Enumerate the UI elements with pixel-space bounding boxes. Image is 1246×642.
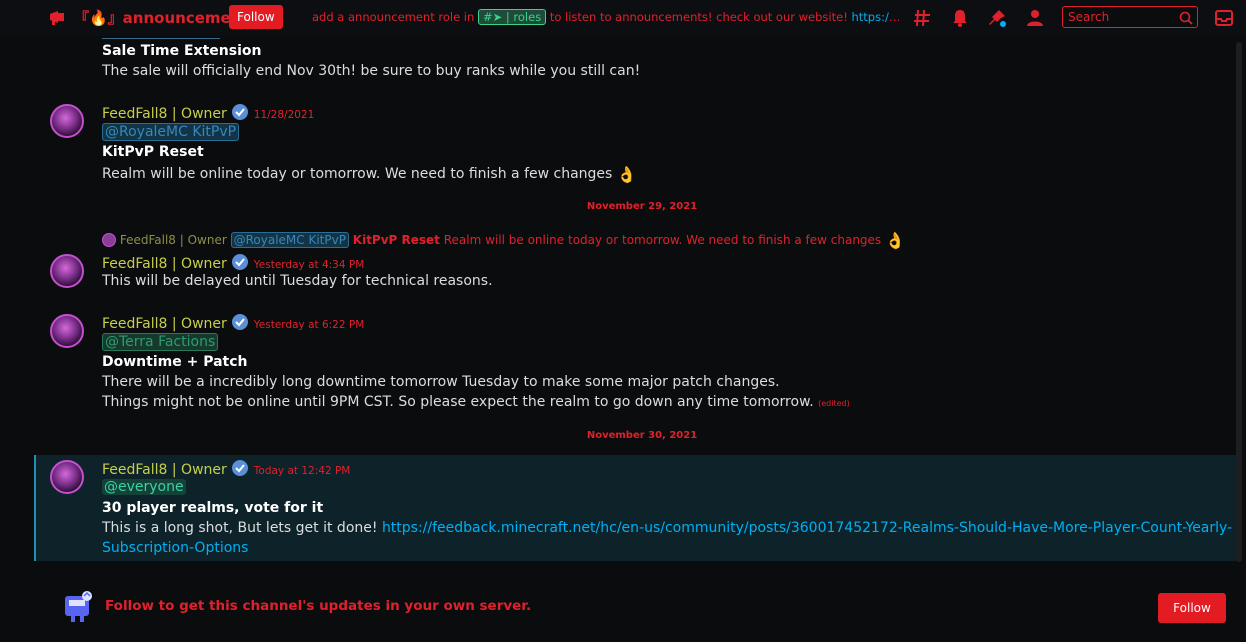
everyone-mention[interactable]: @everyone xyxy=(102,479,186,495)
search-input[interactable]: Search xyxy=(1062,6,1198,28)
search-icon xyxy=(1179,11,1193,25)
threads-icon[interactable] xyxy=(913,8,933,28)
mention-line: @RoyaleMC KitPvP xyxy=(102,123,240,141)
author-name[interactable]: FeedFall8 | Owner xyxy=(102,106,227,122)
reply-preview[interactable]: FeedFall8 | Owner @RoyaleMC KitPvP KitPv… xyxy=(102,231,905,250)
verified-badge-icon xyxy=(231,104,248,120)
ok-hand-emoji: 👌 xyxy=(616,165,637,184)
reply-avatar xyxy=(102,233,116,247)
message-text: Things might not be online until 9PM CST… xyxy=(102,394,814,410)
message-title: 30 player realms, vote for it xyxy=(102,500,324,516)
message-header: FeedFall8 | Owner Yesterday at 6:22 PM xyxy=(102,313,364,332)
mention-line: @everyone xyxy=(102,479,186,495)
edited-tag: (edited) xyxy=(818,399,850,408)
reply-text: Realm will be online today or tomorrow. … xyxy=(443,233,882,247)
reply-title: KitPvP Reset xyxy=(352,233,440,247)
embed-top-line xyxy=(102,38,220,39)
message-text: There will be a incredibly long downtime… xyxy=(102,374,780,390)
topic-text-pre: add a announcement role in xyxy=(312,10,478,24)
avatar[interactable] xyxy=(50,104,84,138)
date-divider: November 29, 2021 xyxy=(48,201,1236,212)
topic-text-mid: to listen to announcements! check out ou… xyxy=(546,10,852,24)
follow-prompt: Follow to get this channel's updates in … xyxy=(105,598,532,614)
message-header: FeedFall8 | Owner Today at 12:42 PM xyxy=(102,459,350,478)
message-text-line: Realm will be online today or tomorrow. … xyxy=(102,165,637,184)
avatar[interactable] xyxy=(50,314,84,348)
timestamp: Yesterday at 6:22 PM xyxy=(253,319,365,331)
timestamp: Today at 12:42 PM xyxy=(253,465,351,477)
message-text-line: This is a long shot, But lets get it don… xyxy=(102,520,1232,536)
verified-badge-icon xyxy=(231,460,248,476)
header-follow-button[interactable]: Follow xyxy=(229,5,283,29)
date-divider-label: November 29, 2021 xyxy=(580,201,704,212)
verified-badge-icon xyxy=(231,254,248,270)
mention-line: @Terra Factions xyxy=(102,333,219,351)
role-mention[interactable]: @RoyaleMC KitPvP xyxy=(102,123,240,141)
role-mention[interactable]: @Terra Factions xyxy=(102,333,219,351)
follow-button[interactable]: Follow xyxy=(1158,593,1226,623)
timestamp: Yesterday at 4:34 PM xyxy=(253,259,365,271)
reply-author[interactable]: FeedFall8 | Owner xyxy=(120,233,227,247)
megaphone-icon xyxy=(50,11,64,25)
scrollbar[interactable] xyxy=(1236,42,1242,562)
message-header: FeedFall8 | Owner 11/28/2021 xyxy=(102,103,314,122)
notification-bell-icon[interactable] xyxy=(950,8,970,28)
date-divider-label: November 30, 2021 xyxy=(580,430,704,441)
member-list-icon[interactable] xyxy=(1025,8,1045,28)
message-text: This is a long shot, But lets get it don… xyxy=(102,520,382,536)
feedback-link-continued[interactable]: Subscription-Options xyxy=(102,540,248,556)
search-placeholder: Search xyxy=(1068,10,1110,24)
author-name[interactable]: FeedFall8 | Owner xyxy=(102,256,227,272)
channel-header: 『🔥』announcements Follow add a announceme… xyxy=(0,0,1246,36)
timestamp: 11/28/2021 xyxy=(253,109,315,121)
channel-topic[interactable]: add a announcement role in #➤ | roles to… xyxy=(312,9,904,25)
roles-channel-mention[interactable]: #➤ | roles xyxy=(477,9,547,25)
message-text: Realm will be online today or tomorrow. … xyxy=(102,166,613,182)
reply-ok-hand-emoji: 👌 xyxy=(885,231,905,250)
author-name[interactable]: FeedFall8 | Owner xyxy=(102,316,227,332)
announcement-channel-icon xyxy=(65,591,92,622)
message-title: Sale Time Extension xyxy=(102,43,262,59)
avatar[interactable] xyxy=(50,254,84,288)
reply-role-mention[interactable]: @RoyaleMC KitPvP xyxy=(230,232,349,248)
author-name[interactable]: FeedFall8 | Owner xyxy=(102,462,227,478)
date-divider: November 30, 2021 xyxy=(48,430,1236,441)
follow-bar: Follow to get this channel's updates in … xyxy=(0,572,1246,642)
message-link-continuation: Subscription-Options xyxy=(102,540,248,556)
verified-badge-icon xyxy=(231,314,248,330)
message-text: This will be delayed until Tuesday for t… xyxy=(102,273,493,289)
message-list[interactable]: Sale Time Extension The sale will offici… xyxy=(0,36,1236,572)
feedback-link[interactable]: https://feedback.minecraft.net/hc/en-us/… xyxy=(382,520,1232,536)
message-text-line: Things might not be online until 9PM CST… xyxy=(102,394,850,410)
pinned-messages-icon[interactable] xyxy=(987,8,1007,28)
inbox-icon[interactable] xyxy=(1214,8,1234,28)
website-link[interactable]: https://feedfall8.net xyxy=(851,10,904,24)
message-text: The sale will officially end Nov 30th! b… xyxy=(102,63,641,79)
message-header: FeedFall8 | Owner Yesterday at 4:34 PM xyxy=(102,253,364,272)
message-title: Downtime + Patch xyxy=(102,354,248,370)
avatar[interactable] xyxy=(50,460,84,494)
message-title: KitPvP Reset xyxy=(102,144,204,160)
